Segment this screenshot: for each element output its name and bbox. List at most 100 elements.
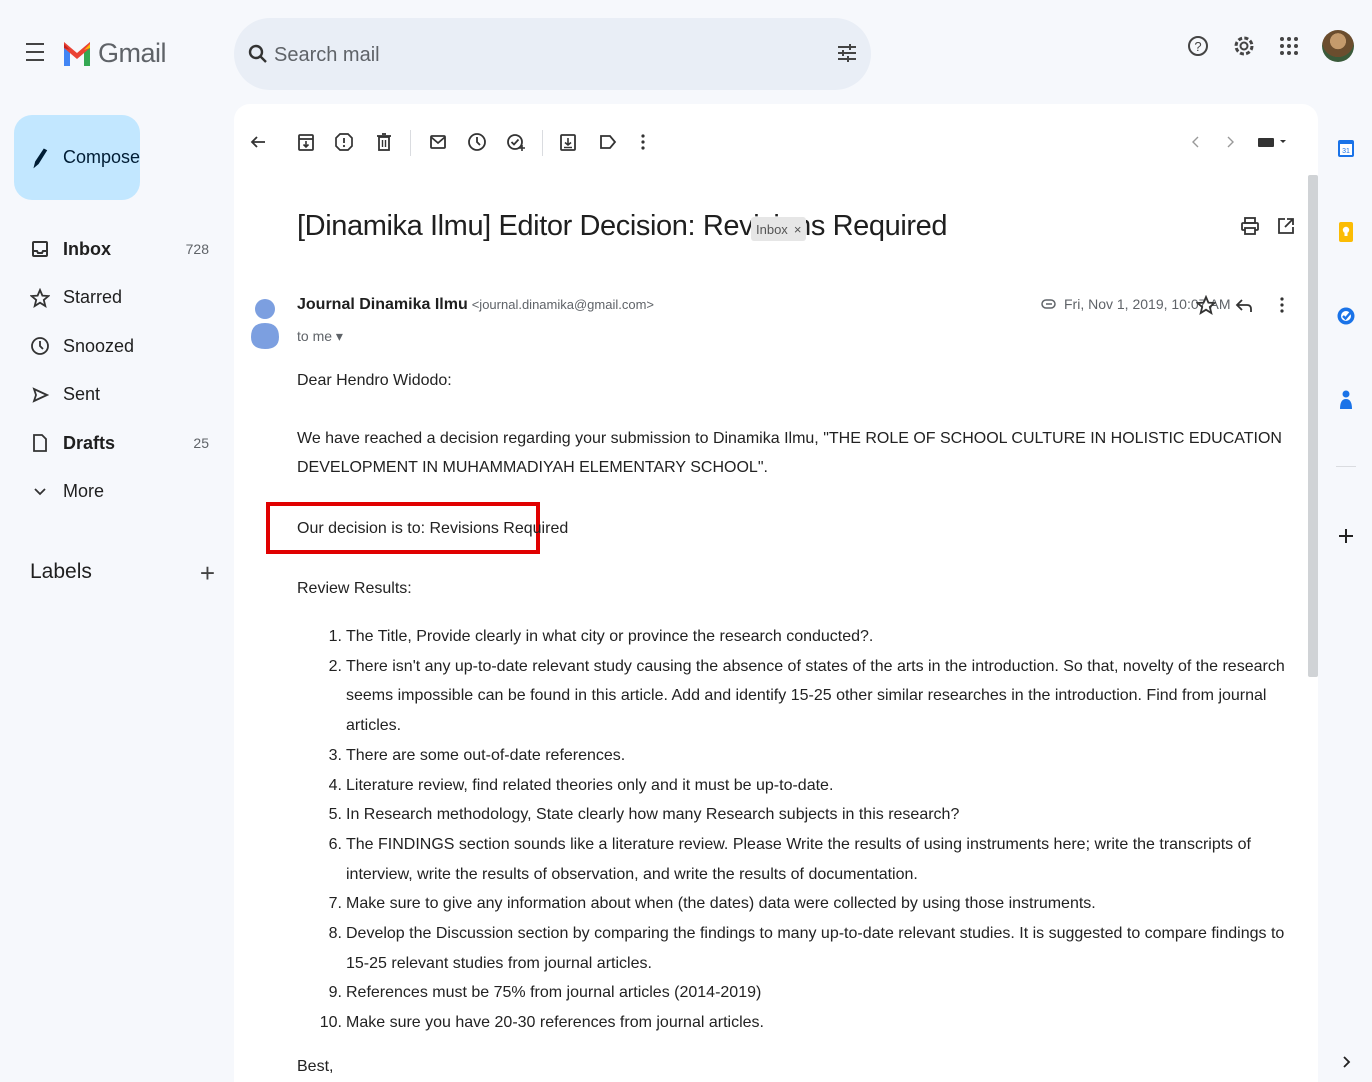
tasks-icon[interactable]: [1334, 304, 1358, 328]
send-icon: [30, 385, 50, 405]
sidebar-item-label: More: [63, 481, 105, 502]
compose-button[interactable]: Compose: [14, 115, 140, 200]
reply-icon[interactable]: [1234, 295, 1254, 315]
chip-label: Inbox: [756, 221, 788, 237]
sidebar-nav: Inbox 728 Starred Snoozed Sent Drafts 25…: [0, 225, 225, 516]
message-actions: [1196, 295, 1292, 315]
sidebar-item-inbox[interactable]: Inbox 728: [0, 225, 225, 274]
item-number: 3.: [328, 746, 342, 764]
older-chevron-icon[interactable]: [1218, 130, 1242, 154]
svg-text:31: 31: [1342, 148, 1350, 155]
move-to-icon[interactable]: [556, 130, 580, 154]
email-decision: Our decision is to: Revisions Required: [297, 520, 569, 537]
print-icon[interactable]: [1240, 216, 1260, 236]
item-text: Make sure you have 20-30 references from…: [346, 1014, 764, 1032]
account-avatar[interactable]: [1322, 30, 1354, 62]
delete-icon[interactable]: [372, 130, 396, 154]
remove-label-icon[interactable]: ×: [794, 222, 802, 237]
side-panel-divider: [1336, 466, 1356, 467]
sidebar-item-label: Snoozed: [63, 335, 135, 356]
star-icon: [30, 287, 50, 308]
report-spam-icon[interactable]: [332, 130, 356, 154]
input-tools-icon[interactable]: [1254, 130, 1290, 154]
recipients-label: to me: [297, 328, 333, 344]
sidebar-item-label: Starred: [63, 287, 123, 308]
list-item: 5. In Research methodology, State clearly…: [312, 800, 1292, 830]
star-icon[interactable]: [1196, 295, 1216, 315]
draft-count: 25: [193, 435, 209, 452]
item-text: In Research methodology, State clearly h…: [346, 806, 960, 824]
item-text: The Title, Provide clearly in what city …: [346, 628, 874, 645]
add-task-icon[interactable]: [504, 130, 528, 154]
item-text: Make sure to give any information about …: [346, 895, 1096, 913]
back-arrow-icon[interactable]: [246, 130, 270, 154]
top-right-actions: ?: [1186, 30, 1354, 62]
archive-icon[interactable]: [294, 130, 318, 154]
contacts-icon[interactable]: [1334, 388, 1358, 412]
item-text: References must be 75% from journal arti…: [346, 984, 762, 1002]
sidebar-item-sent[interactable]: Sent: [0, 371, 225, 420]
email-greeting: Dear Hendro Widodo:: [297, 372, 452, 389]
sidebar-item-snoozed[interactable]: Snoozed: [0, 322, 225, 371]
sender-email: <journal.dinamika@gmail.com>: [471, 297, 654, 312]
item-number: 6.: [328, 835, 342, 853]
help-icon[interactable]: ?: [1186, 34, 1210, 58]
add-label-button[interactable]: +: [200, 560, 215, 586]
subject-actions: [1240, 216, 1296, 236]
item-number: 10.: [319, 1014, 342, 1032]
email-subject: [Dinamika Ilmu] Editor Decision: Revisio…: [297, 210, 948, 242]
email-closing: Best,: [297, 1058, 334, 1075]
item-number: 5.: [328, 806, 342, 824]
list-item: 6. The FINDINGS section sounds like a lit…: [312, 830, 1292, 889]
inbox-icon: [30, 239, 50, 259]
sidebar-item-starred[interactable]: Starred: [0, 274, 225, 323]
search-input[interactable]: [272, 36, 796, 74]
newer-chevron-icon[interactable]: [1184, 130, 1208, 154]
svg-text:?: ?: [1194, 39, 1201, 54]
message-toolbar: [234, 124, 1318, 164]
apps-grid-icon[interactable]: [1278, 35, 1300, 57]
inbox-label-chip[interactable]: Inbox ×: [751, 217, 807, 241]
keep-icon[interactable]: [1334, 220, 1358, 244]
list-item: 1. The Title, Provide clearly in what cit…: [312, 622, 1292, 652]
more-options-icon[interactable]: [631, 130, 655, 154]
snooze-icon[interactable]: [465, 130, 489, 154]
more-vert-icon[interactable]: [1272, 295, 1292, 315]
sender-name: Journal Dinamika Ilmu: [297, 296, 468, 313]
open-in-new-window-icon[interactable]: [1276, 216, 1296, 236]
list-item: 9. References must be 75% from journal ar…: [312, 978, 1292, 1008]
search-bar[interactable]: [234, 18, 871, 90]
item-number: 2.: [328, 657, 342, 675]
unread-count: 728: [185, 241, 209, 258]
sidebar-item-more[interactable]: More: [0, 468, 225, 517]
pencil-icon: [33, 148, 48, 168]
list-item: 4. Literature review, find related theori…: [312, 771, 1292, 801]
list-item: 7. Make sure to give any information abou…: [312, 889, 1292, 919]
clock-icon: [30, 336, 50, 356]
list-item: 2. There isn't any up-to-date relevant st…: [312, 652, 1292, 741]
calendar-icon[interactable]: 31: [1334, 136, 1358, 160]
gmail-m-icon: [64, 42, 90, 66]
settings-icon[interactable]: [1232, 34, 1256, 58]
search-icon[interactable]: [246, 42, 270, 66]
item-text: Literature review, find related theories…: [346, 776, 834, 794]
item-number: 7.: [328, 895, 342, 913]
review-results-list: 1. The Title, Provide clearly in what cit…: [312, 622, 1292, 1038]
sender-avatar[interactable]: [247, 291, 283, 351]
toolbar-divider: [410, 130, 411, 156]
label-icon[interactable]: [596, 130, 620, 154]
search-options-icon[interactable]: [834, 40, 860, 66]
item-text: The FINDINGS section sounds like a liter…: [346, 835, 1251, 883]
list-item: 8. Develop the Discussion section by comp…: [312, 919, 1292, 978]
recipients-dropdown[interactable]: to me ▾: [297, 328, 343, 345]
mark-unread-icon[interactable]: [426, 130, 450, 154]
email-intro: We have reached a decision regarding you…: [297, 430, 1282, 476]
list-item: 10. Make sure you have 20-30 references f…: [312, 1008, 1292, 1038]
gmail-logo[interactable]: Gmail: [62, 36, 167, 70]
sidebar-item-drafts[interactable]: Drafts 25: [0, 419, 225, 468]
scrollbar[interactable]: [1308, 175, 1318, 677]
main-menu-button[interactable]: [26, 40, 50, 64]
draft-icon: [30, 433, 50, 453]
expand-panel-chevron-icon[interactable]: [1334, 1050, 1358, 1074]
add-addon-icon[interactable]: [1334, 524, 1358, 548]
